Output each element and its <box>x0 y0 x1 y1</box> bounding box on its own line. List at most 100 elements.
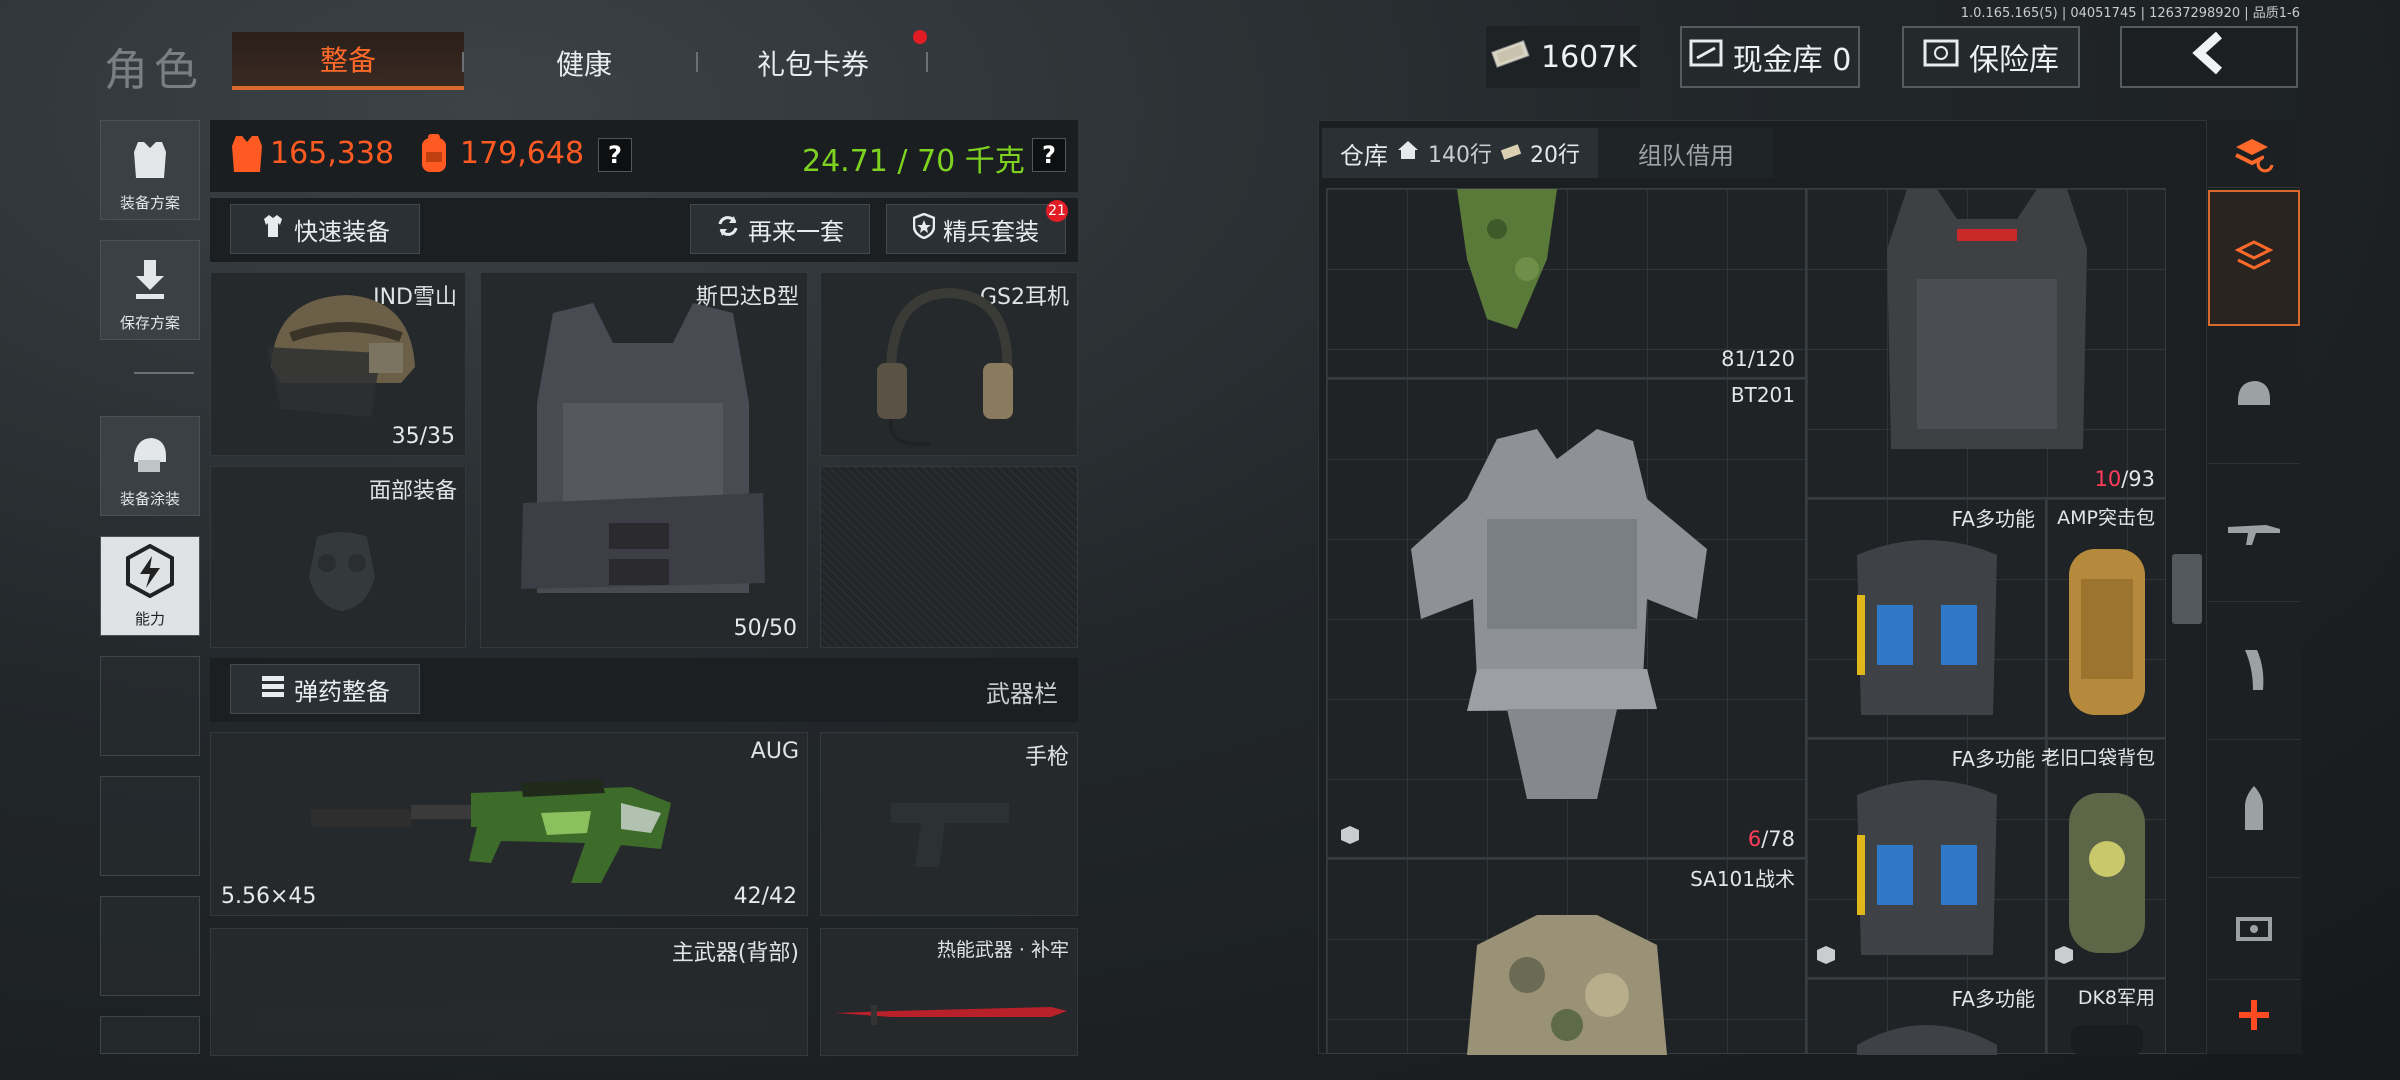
tab-warehouse[interactable]: 仓库 140行 20行 <box>1322 128 1598 178</box>
category-attachment[interactable] <box>2208 880 2300 980</box>
sidebar-item-save-plan[interactable]: 保存方案 <box>100 240 200 340</box>
warehouse-item[interactable]: 10/93 <box>1806 188 2166 498</box>
item-durability-current: 6 <box>1747 827 1762 851</box>
headset-slot[interactable]: GS2耳机 <box>820 272 1078 456</box>
layers-icon <box>2232 236 2276 280</box>
back-button[interactable] <box>2120 26 2298 88</box>
warehouse-item[interactable]: SA101战术 <box>1326 858 1806 1055</box>
pistol-name: 手枪 <box>1024 745 1069 770</box>
back-weapon-slot[interactable]: 主武器(背部) <box>210 928 808 1056</box>
ammo-equip-button[interactable]: 弹药整备 <box>230 664 420 714</box>
weight-help-button[interactable]: ? <box>1032 138 1066 172</box>
warehouse-item[interactable]: 81/120 <box>1326 188 1806 378</box>
melee-weapon-slot[interactable]: 热能武器 · 补牢 <box>820 928 1078 1056</box>
warehouse-rows: 140行 <box>1428 143 1492 168</box>
dk8-bag-image <box>2071 1025 2143 1055</box>
warehouse-scrollbar[interactable] <box>2172 554 2202 624</box>
stats-help-button[interactable]: ? <box>598 138 632 172</box>
backpack-icon <box>416 132 452 178</box>
ammo-toolbar: 弹药整备 武器栏 <box>210 658 1078 722</box>
warehouse-item[interactable]: 老旧口袋背包 <box>2041 738 2166 978</box>
armor-durability: 50/50 <box>733 616 797 641</box>
bullet-icon <box>2241 784 2267 836</box>
sa101-armor-image <box>1467 915 1667 1055</box>
rifle-image <box>311 779 671 883</box>
primary-weapon-slot[interactable]: AUG 5.56×45 42/42 <box>210 732 808 916</box>
tab-divider <box>926 52 928 72</box>
ticket-icon <box>1500 139 1522 167</box>
extra-rows: 20行 <box>1530 143 1580 168</box>
warehouse-item[interactable]: BT201 6/78 <box>1326 378 1806 858</box>
fa-backpack-image <box>1857 1025 1997 1055</box>
elite-set-label: 精兵套装 <box>943 217 1039 246</box>
category-rifle[interactable] <box>2208 466 2300 602</box>
sidebar-empty-slot <box>100 896 200 996</box>
sort-layers-button[interactable] <box>2208 124 2300 188</box>
tactical-vest-image <box>1887 189 2087 449</box>
warehouse-item[interactable]: AMP突击包 <box>2046 498 2166 738</box>
gear-toolbar: 快速装备 再来一套 精兵套装 21 <box>210 198 1078 262</box>
category-all[interactable] <box>2208 190 2300 326</box>
stats-bar: 165,338 179,648 ? 24.71 / 70 千克 ? <box>210 120 1078 192</box>
sidebar-empty-slot <box>100 776 200 876</box>
item-name: 老旧口袋背包 <box>2040 747 2155 769</box>
money-display: 1607K <box>1486 26 1640 88</box>
insured-box-icon <box>2053 945 2075 969</box>
fa-backpack-image <box>1857 540 1997 715</box>
vest-icon <box>130 138 170 186</box>
tab-health[interactable]: 健康 <box>474 36 694 90</box>
warehouse-item[interactable]: FA多功能 <box>1806 738 2046 978</box>
melee-weapon-name: 热能武器 · 补牢 <box>936 939 1069 961</box>
backpack-value: 179,648 <box>460 136 585 171</box>
magazine-icon <box>2239 648 2269 696</box>
add-category-button[interactable] <box>2208 982 2300 1052</box>
team-borrow-label: 组队借用 <box>1638 141 1734 170</box>
item-name: SA101战术 <box>1690 867 1795 891</box>
home-icon <box>1396 139 1420 167</box>
sidebar-item-gear-plan[interactable]: 装备方案 <box>100 120 200 220</box>
category-helmet[interactable] <box>2208 328 2300 464</box>
item-name: AMP突击包 <box>2057 507 2155 529</box>
warehouse-item[interactable]: FA多功能 <box>1806 498 2046 738</box>
warehouse-tabs: 仓库 140行 20行 组队借用 <box>1322 128 1774 178</box>
warehouse-item[interactable]: DK8军用 <box>2046 978 2166 1055</box>
page-title: 角色 <box>104 45 204 96</box>
cash-vault-button[interactable]: 现金库 0 <box>1680 26 1860 88</box>
rifle-placeholder-icon <box>255 1003 767 1049</box>
face-gear-slot[interactable]: 面部装备 <box>210 466 466 648</box>
helmet-slot[interactable]: IND雪山 35/35 <box>210 272 466 456</box>
ability-icon <box>124 543 176 602</box>
sidebar-divider <box>134 372 194 374</box>
face-gear-name: 面部装备 <box>368 479 457 504</box>
primary-caliber: 5.56×45 <box>221 884 317 909</box>
warehouse-label: 仓库 <box>1340 141 1388 170</box>
elite-set-button[interactable]: 精兵套装 <box>886 204 1066 254</box>
tab-gear[interactable]: 整备 <box>232 32 464 90</box>
armor-slot[interactable]: 斯巴达B型 50/50 <box>480 272 808 648</box>
warehouse-item[interactable]: FA多功能 <box>1806 978 2046 1055</box>
quick-equip-button[interactable]: 快速装备 <box>230 204 420 254</box>
sidebar-item-gear-paint[interactable]: 装备涂装 <box>100 416 200 516</box>
sidebar-item-ability[interactable]: 能力 <box>100 536 200 636</box>
tab-divider <box>462 52 464 72</box>
item-durability: 10/93 <box>2094 467 2155 491</box>
insurance-vault-button[interactable]: 保险库 <box>1902 26 2080 88</box>
notification-dot <box>913 30 927 44</box>
sidebar-item-label: 能力 <box>134 610 165 628</box>
item-durability: 6/78 <box>1748 827 1795 851</box>
equip-again-button[interactable]: 再来一套 <box>690 204 870 254</box>
cash-box-icon <box>1689 38 1723 76</box>
fa-backpack-image <box>1857 780 1997 955</box>
pistol-slot[interactable]: 手枪 <box>820 732 1078 916</box>
tab-divider <box>696 52 698 72</box>
category-magazine[interactable] <box>2208 604 2300 740</box>
primary-weapon-name: AUG <box>750 739 799 764</box>
item-name: BT201 <box>1730 383 1795 407</box>
tab-team-borrow[interactable]: 组队借用 <box>1598 128 1774 178</box>
refresh-icon <box>716 214 740 244</box>
tab-gift-cards[interactable]: 礼包卡券 <box>700 36 926 90</box>
cash-stack-icon <box>1489 38 1531 76</box>
category-ammo[interactable] <box>2208 742 2300 878</box>
helmet-icon <box>2234 377 2274 415</box>
sidebar-item-label: 装备涂装 <box>119 490 180 508</box>
